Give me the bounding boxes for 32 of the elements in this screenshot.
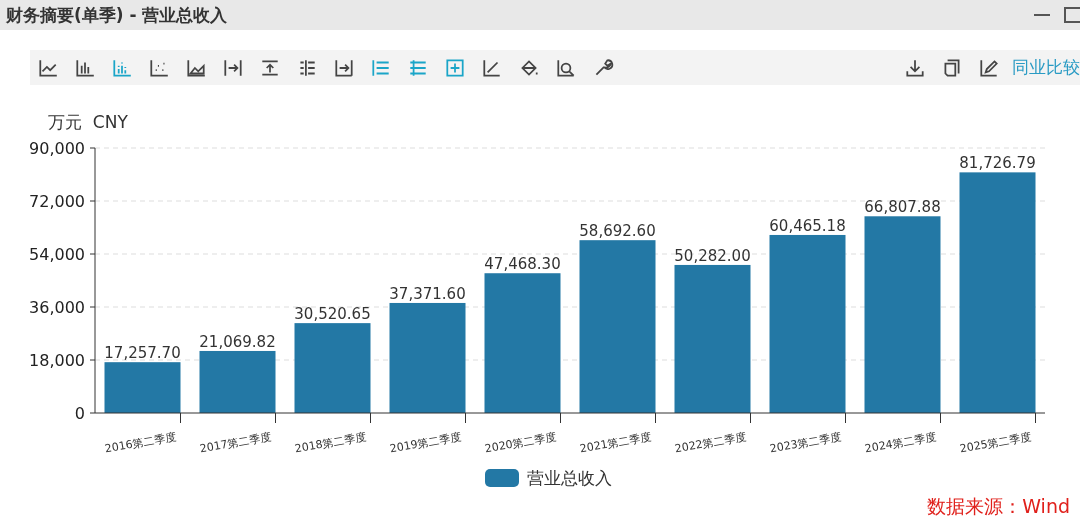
value-label: 50,282.00 xyxy=(674,246,751,265)
value-label: 60,465.18 xyxy=(769,216,846,235)
value-label: 47,468.30 xyxy=(484,255,561,274)
y-axis-label: 0 xyxy=(74,404,85,423)
value-label: 17,257.70 xyxy=(104,344,181,363)
y-axis-label: 54,000 xyxy=(29,245,85,264)
x-axis-label: 2022第二季度 xyxy=(673,430,747,456)
y-axis-label: 72,000 xyxy=(29,192,85,211)
window-title: 财务摘要(单季) - 营业总收入 xyxy=(6,3,228,27)
unit-label: 万元 CNY xyxy=(48,112,128,132)
x-axis-label: 2020第二季度 xyxy=(483,430,557,456)
y-axis-label: 36,000 xyxy=(29,298,85,317)
value-label: 81,726.79 xyxy=(959,154,1036,173)
x-axis-label: 2018第二季度 xyxy=(293,430,367,456)
x-axis-label: 2024第二季度 xyxy=(863,430,937,456)
value-label: 66,807.88 xyxy=(864,198,941,217)
x-axis-label: 2017第二季度 xyxy=(198,430,272,456)
value-label: 21,069.82 xyxy=(199,332,276,351)
y-axis-label: 90,000 xyxy=(29,139,85,158)
source-note: 数据来源：Wind xyxy=(927,495,1070,517)
x-axis-label: 2016第二季度 xyxy=(103,430,177,456)
maximize-button[interactable] xyxy=(1064,7,1080,23)
x-axis-label: 2021第二季度 xyxy=(578,430,652,456)
legend-label: 营业总收入 xyxy=(527,468,612,488)
x-axis-label: 2025第二季度 xyxy=(958,430,1032,456)
y-axis-label: 18,000 xyxy=(29,351,85,370)
value-label: 58,692.60 xyxy=(579,222,656,241)
value-label: 30,520.65 xyxy=(294,305,371,324)
x-axis-label: 2023第二季度 xyxy=(768,430,842,456)
peer-comparison-link[interactable]: 同业比较 xyxy=(1012,56,1080,79)
value-label: 37,371.60 xyxy=(389,284,466,303)
x-axis-label: 2019第二季度 xyxy=(388,430,462,456)
